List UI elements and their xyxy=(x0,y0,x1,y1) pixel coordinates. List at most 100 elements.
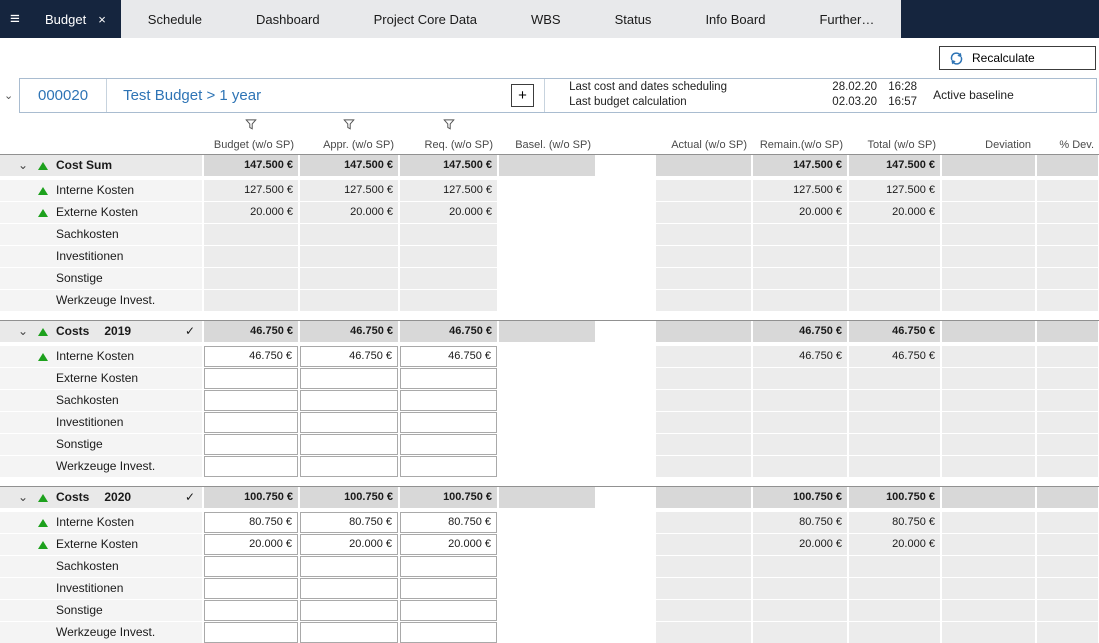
cell-budget[interactable] xyxy=(204,434,298,455)
cell-appr xyxy=(300,224,398,245)
cell-budget[interactable] xyxy=(204,412,298,433)
column-header[interactable]: % Dev. xyxy=(1059,139,1094,151)
cell-basel xyxy=(499,600,595,621)
table-row: Interne Kosten127.500 €127.500 €127.500 … xyxy=(0,180,1099,201)
cell-appr[interactable] xyxy=(300,368,398,389)
cell-appr[interactable] xyxy=(300,390,398,411)
cell-budget[interactable] xyxy=(204,556,298,577)
spacer-cell xyxy=(597,346,654,367)
spacer-cell xyxy=(597,290,654,311)
tab-dashboard[interactable]: Dashboard xyxy=(229,0,347,38)
collapse-chevron-icon[interactable]: ⌄ xyxy=(8,155,38,176)
cell-appr[interactable] xyxy=(300,434,398,455)
cell-budget[interactable] xyxy=(204,622,298,643)
cell-remain: 46.750 € xyxy=(753,321,847,342)
filter-icon[interactable] xyxy=(344,119,355,130)
cell-budget[interactable]: 46.750 € xyxy=(204,346,298,367)
cell-budget[interactable] xyxy=(204,368,298,389)
collapse-chevron-icon[interactable]: ⌄ xyxy=(8,321,38,342)
spacer-cell xyxy=(597,368,654,389)
cell-appr[interactable] xyxy=(300,578,398,599)
cell-req[interactable]: 20.000 € xyxy=(400,534,497,555)
column-header[interactable]: Actual (w/o SP) xyxy=(671,139,747,151)
close-tab-icon[interactable]: × xyxy=(98,13,106,26)
cell-req[interactable] xyxy=(400,600,497,621)
cell-appr[interactable] xyxy=(300,600,398,621)
cell-actual xyxy=(656,578,751,599)
column-header[interactable]: Deviation xyxy=(985,139,1031,151)
cell-budget[interactable] xyxy=(204,456,298,477)
cell-req[interactable] xyxy=(400,434,497,455)
cell-budget[interactable] xyxy=(204,390,298,411)
column-header[interactable]: Req. (w/o SP) xyxy=(425,139,493,151)
tab-further-[interactable]: Further… xyxy=(792,0,901,38)
cell-req[interactable]: 80.750 € xyxy=(400,512,497,533)
row-label-cell: Sonstige xyxy=(0,268,202,289)
column-header[interactable]: Appr. (w/o SP) xyxy=(323,139,394,151)
tab-project-core-data[interactable]: Project Core Data xyxy=(347,0,504,38)
tab-info-board[interactable]: Info Board xyxy=(678,0,792,38)
cell-req[interactable]: 46.750 € xyxy=(400,346,497,367)
column-header[interactable]: Budget (w/o SP) xyxy=(214,139,294,151)
cell-appr[interactable] xyxy=(300,456,398,477)
cell-appr[interactable] xyxy=(300,412,398,433)
cell-actual xyxy=(656,321,751,342)
cell-pdev xyxy=(1037,434,1098,455)
cell-req[interactable] xyxy=(400,412,497,433)
cell-deviation xyxy=(942,534,1035,555)
cell-budget[interactable] xyxy=(204,578,298,599)
cell-req[interactable] xyxy=(400,556,497,577)
cell-appr[interactable] xyxy=(300,622,398,643)
cell-remain xyxy=(753,368,847,389)
tab-status[interactable]: Status xyxy=(588,0,679,38)
spacer-cell xyxy=(597,434,654,455)
cell-appr[interactable]: 46.750 € xyxy=(300,346,398,367)
cell-total xyxy=(849,246,940,267)
column-header[interactable]: Basel. (w/o SP) xyxy=(515,139,591,151)
cell-req[interactable] xyxy=(400,390,497,411)
row-label-cell: Werkzeuge Invest. xyxy=(0,456,202,477)
column-header[interactable]: Remain.(w/o SP) xyxy=(760,139,843,151)
budget-section: ⌄Costs2019✓46.750 €46.750 €46.750 €46.75… xyxy=(0,320,1099,477)
cell-appr[interactable]: 80.750 € xyxy=(300,512,398,533)
cell-appr: 100.750 € xyxy=(300,487,398,508)
cell-appr[interactable]: 20.000 € xyxy=(300,534,398,555)
cell-pdev xyxy=(1037,346,1098,367)
approved-check-icon[interactable]: ✓ xyxy=(185,487,195,508)
row-label-cell: Sonstige xyxy=(0,434,202,455)
cell-budget[interactable] xyxy=(204,600,298,621)
spacer-cell xyxy=(597,456,654,477)
cell-req[interactable] xyxy=(400,456,497,477)
spacer-cell xyxy=(597,487,654,508)
cell-appr[interactable] xyxy=(300,556,398,577)
add-button[interactable]: + xyxy=(511,84,534,107)
column-header[interactable]: Total (w/o SP) xyxy=(868,139,936,151)
recalculate-button[interactable]: Recalculate xyxy=(939,46,1096,70)
tab-budget-active[interactable]: Budget × xyxy=(30,0,121,38)
cell-remain: 127.500 € xyxy=(753,180,847,201)
cell-req[interactable] xyxy=(400,368,497,389)
filter-icon[interactable] xyxy=(246,119,257,130)
status-up-icon xyxy=(38,494,48,502)
row-label: Costs xyxy=(56,487,89,508)
cell-budget[interactable]: 20.000 € xyxy=(204,534,298,555)
collapse-chevron-icon[interactable]: ⌄ xyxy=(8,487,38,508)
grid-header: Budget (w/o SP) Appr. (w/o SP) Req. (w/o S… xyxy=(0,118,1099,152)
cell-total: 46.750 € xyxy=(849,346,940,367)
header-col: Deviation xyxy=(942,118,1035,152)
tab-wbs[interactable]: WBS xyxy=(504,0,588,38)
cell-budget[interactable]: 80.750 € xyxy=(204,512,298,533)
table-row: Sachkosten xyxy=(0,390,1099,411)
filter-icon[interactable] xyxy=(443,119,454,130)
cell-req[interactable] xyxy=(400,578,497,599)
cell-remain xyxy=(753,412,847,433)
cell-actual xyxy=(656,600,751,621)
tab-list: ScheduleDashboardProject Core DataWBSSta… xyxy=(121,0,902,38)
menu-icon[interactable]: ≡ xyxy=(0,0,30,38)
project-collapse-icon[interactable]: ⌄ xyxy=(4,89,19,102)
approved-check-icon[interactable]: ✓ xyxy=(185,321,195,342)
cell-actual xyxy=(656,246,751,267)
tab-schedule[interactable]: Schedule xyxy=(121,0,229,38)
cell-remain: 80.750 € xyxy=(753,512,847,533)
cell-req[interactable] xyxy=(400,622,497,643)
